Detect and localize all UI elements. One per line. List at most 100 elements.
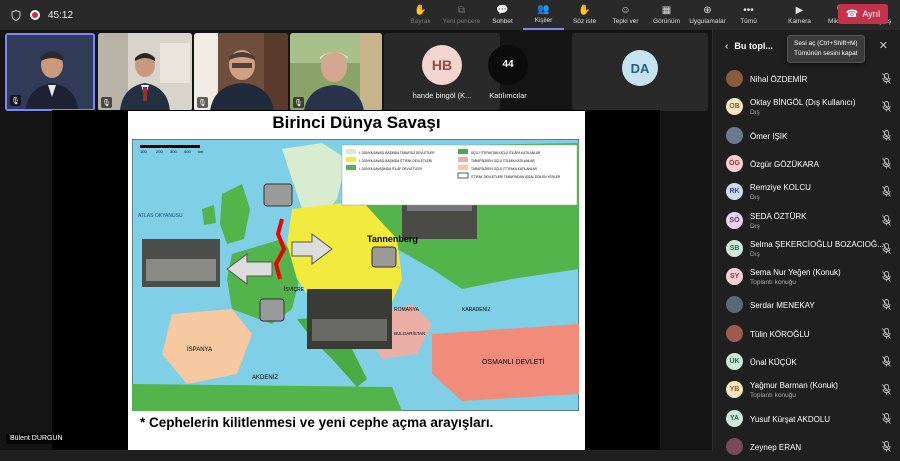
- tooltip-shortcut: Sesi aç (Ctrl+Shift+M): [794, 40, 858, 47]
- avatar: [726, 126, 743, 144]
- participant-name: Ünal KÜÇÜK: [750, 358, 797, 367]
- toolbar-button-label: Söz iste: [572, 17, 597, 25]
- slide-bullet: * Cephelerin kilitlenmesi ve yeni cephe …: [140, 415, 494, 430]
- muted-mic-icon[interactable]: [882, 356, 891, 369]
- avatar: OB: [726, 98, 743, 116]
- participant-row[interactable]: ÖG Özgür GÖZÜKARA: [713, 150, 900, 178]
- toolbar-button-8[interactable]: ••• Tümü: [728, 0, 769, 30]
- mute-all-button[interactable]: Tümünün sesini kapat: [794, 49, 858, 59]
- scale-tick: 200: [156, 149, 163, 154]
- avatar: RK: [726, 183, 743, 201]
- participant-name: Nihal ÖZDEMİR: [750, 75, 808, 84]
- participant-row[interactable]: SB Selma ŞEKERCİOĞLU BOZACIOĞ... Dış: [713, 235, 900, 263]
- toolbar-button-2[interactable]: 💬 Sohbet: [482, 0, 523, 30]
- muted-mic-icon[interactable]: [882, 299, 891, 312]
- participant-tile-da[interactable]: DA: [572, 33, 708, 111]
- participant-name: Yusuf Kürşat AKDOLU: [750, 414, 831, 424]
- participant-row[interactable]: Zeynep ERAN: [713, 433, 900, 461]
- participant-name: Ömer IŞIK: [750, 131, 788, 141]
- map-label: ROMANYA: [394, 307, 420, 313]
- participant-row[interactable]: YB Yağmur Barman (Konuk) Toplantı konuğu: [713, 376, 900, 404]
- participant-row[interactable]: OB Oktay BİNGÖL (Dış Kullanıcı) Dış: [713, 93, 900, 121]
- legend-item: TARAFSIZKEN ÜÇLÜ İTTİFAKA KATILANLAR: [471, 166, 538, 171]
- participant-role: Dış: [750, 250, 760, 258]
- avatar-hb: HB: [422, 44, 462, 85]
- scale-tick: 100: [140, 149, 147, 154]
- muted-mic-icon[interactable]: [882, 327, 891, 341]
- participants-label: Katılımcılar: [489, 90, 527, 100]
- avatar: YB: [726, 381, 743, 399]
- participant-row[interactable]: SÖ SEDA ÖZTÜRK Dış: [713, 207, 900, 235]
- toolbar-button-5[interactable]: ☺ Tepki ver: [605, 0, 646, 30]
- muted-mic-icon[interactable]: [882, 384, 891, 397]
- raise-hand-icon: ✋: [578, 4, 591, 16]
- back-chevron-icon[interactable]: ‹: [725, 41, 728, 52]
- avatar: YA: [726, 409, 743, 427]
- muted-mic-icon[interactable]: [882, 214, 891, 228]
- toolbar-button-9[interactable]: ▶ Kamera: [779, 0, 820, 30]
- close-icon[interactable]: ✕: [879, 39, 888, 52]
- reaction-icon: ☺: [620, 4, 631, 16]
- participant-name: Remziye KOLCU: [750, 183, 811, 193]
- participant-row[interactable]: RK Remziye KOLCU Dış: [713, 178, 900, 206]
- participant-row[interactable]: Serdar MENEKAY: [713, 291, 900, 319]
- participant-row[interactable]: Nihal ÖZDEMİR: [713, 65, 900, 93]
- toolbar-button-3[interactable]: 👥 Kişiler: [523, 0, 564, 30]
- meeting-timer: 45:12: [48, 9, 74, 21]
- participant-row[interactable]: SY Sema Nur Yeğen (Konuk) Toplantı konuğu: [713, 263, 900, 291]
- toolbar-button-label: Bayrak: [410, 17, 431, 25]
- hand-flag-icon: ✋: [414, 4, 427, 16]
- muted-mic-icon[interactable]: [882, 129, 891, 143]
- muted-mic-icon: 🎙: [101, 97, 112, 108]
- toolbar-button-0[interactable]: ✋ Bayrak: [400, 0, 441, 30]
- participant-name: Sema Nur Yeğen (Konuk): [750, 268, 841, 278]
- muted-mic-icon[interactable]: [882, 186, 891, 199]
- muted-mic-icon[interactable]: [882, 242, 891, 256]
- participant-name: SEDA ÖZTÜRK: [750, 211, 807, 221]
- participant-row[interactable]: Ömer IŞIK: [713, 122, 900, 150]
- toolbar-button-1[interactable]: ⧉ Yeni pencere: [441, 0, 482, 30]
- muted-mic-icon[interactable]: [882, 157, 891, 171]
- video-tile-2[interactable]: 🎙: [98, 33, 192, 111]
- map-label: BULGARİSTAN: [394, 330, 425, 336]
- apps-icon: ⊕: [703, 4, 712, 16]
- participant-role: Dış: [750, 194, 760, 202]
- toolbar-button-4[interactable]: ✋ Söz iste: [564, 0, 605, 30]
- participant-row[interactable]: YA Yusuf Kürşat AKDOLU: [713, 405, 900, 433]
- legend-item: I. DÜNYA SAVAŞINDA İTİLÂF DEVLETLERİ: [359, 166, 422, 171]
- participant-row[interactable]: Tülin KÖROĞLU: [713, 320, 900, 348]
- leave-button[interactable]: ☎ Ayrıl: [838, 4, 888, 24]
- toolbar-button-label: Sohbet: [492, 17, 513, 25]
- legend-item: ÜÇLÜ İTTİFAKTAN ÜÇLÜ İTİLÂFA KATILANLAR: [471, 150, 541, 155]
- video-tile-4[interactable]: 🎙: [290, 33, 382, 111]
- avatar: [726, 70, 743, 87]
- participants-count-tile[interactable]: 44 Katılımcılar: [462, 33, 554, 111]
- toolbar-button-label: Yeni pencere: [442, 17, 481, 25]
- video-tile-1[interactable]: 🎙: [5, 33, 95, 111]
- participant-row[interactable]: ÜK Ünal KÜÇÜK: [713, 348, 900, 376]
- participant-name: Oktay BİNGÖL (Dış Kullanıcı): [750, 98, 856, 108]
- avatar: ÖG: [726, 154, 743, 172]
- video-tile-3[interactable]: 🎙: [194, 33, 288, 111]
- participant-role: Toplantı konuğu: [750, 392, 796, 400]
- muted-mic-icon[interactable]: [882, 271, 891, 284]
- muted-mic-icon[interactable]: [882, 101, 891, 114]
- muted-mic-icon[interactable]: [882, 73, 891, 86]
- muted-mic-icon[interactable]: [882, 412, 891, 426]
- camera-icon: ▶: [795, 4, 804, 16]
- muted-mic-icon: 🎙: [293, 97, 304, 108]
- toolbar-button-6[interactable]: ▦ Görünüm: [646, 0, 687, 30]
- participant-name: Selma ŞEKERCİOĞLU BOZACIOĞ...: [750, 239, 884, 249]
- map-label: Tannenberg: [367, 234, 418, 244]
- participant-name: Serdar MENEKAY: [750, 301, 815, 311]
- participant-name: Özgür GÖZÜKARA: [750, 159, 819, 169]
- more-icon: •••: [743, 4, 754, 16]
- toolbar-button-label: Uygulamalar: [689, 17, 726, 25]
- avatar: [726, 296, 743, 314]
- participant-role: Dış: [750, 109, 760, 117]
- toolbar-button-7[interactable]: ⊕ Uygulamalar: [687, 0, 728, 30]
- toolbar-button-label: Kamera: [788, 17, 811, 25]
- recording-icon: [30, 10, 40, 20]
- map-label: AKDENİZ: [252, 374, 278, 381]
- muted-mic-icon[interactable]: [882, 440, 891, 454]
